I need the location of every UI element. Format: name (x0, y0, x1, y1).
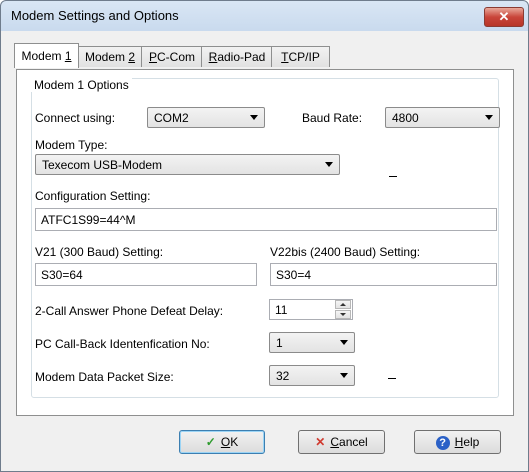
checkmark-icon: ✓ (205, 435, 216, 449)
status-indicator (389, 176, 397, 177)
chevron-down-icon (340, 340, 348, 345)
config-setting-label: Configuration Setting: (35, 189, 151, 203)
v22bis-setting-input[interactable]: S30=4 (270, 263, 497, 286)
chevron-down-icon (250, 115, 258, 120)
baud-rate-select[interactable]: 4800 (385, 107, 500, 128)
callback-id-label: PC Call-Back Identenfication No: (35, 337, 210, 351)
chevron-down-icon (340, 373, 348, 378)
title-bar[interactable]: Modem Settings and Options ✕ (1, 1, 528, 31)
packet-size-label: Modem Data Packet Size: (35, 370, 174, 384)
window-title: Modem Settings and Options (11, 8, 179, 23)
status-indicator (388, 378, 396, 379)
v21-setting-input[interactable]: S30=64 (35, 263, 257, 286)
v22bis-setting-label: V22bis (2400 Baud) Setting: (270, 245, 421, 259)
chevron-down-icon (325, 162, 333, 167)
close-button[interactable]: ✕ (484, 7, 524, 27)
tab-modem-2[interactable]: Modem 2 (77, 46, 143, 67)
connect-using-select[interactable]: COM2 (147, 107, 265, 128)
tab-modem-1[interactable]: Modem 1 (14, 43, 79, 68)
tab-pc-com[interactable]: PC-Com (141, 46, 203, 67)
callback-id-select[interactable]: 1 (269, 332, 355, 353)
tab-radio-pad[interactable]: Radio-Pad (201, 46, 273, 67)
v21-setting-label: V21 (300 Baud) Setting: (35, 245, 164, 259)
stepper-up-icon[interactable] (335, 300, 351, 309)
help-icon: ? (435, 436, 450, 450)
close-icon: ✕ (315, 435, 326, 449)
cancel-button[interactable]: ✕ Cancel (298, 430, 385, 454)
config-setting-input[interactable]: ATFC1S99=44^M (35, 208, 497, 231)
chevron-down-icon (485, 115, 493, 120)
packet-size-select[interactable]: 32 (269, 365, 355, 386)
ok-button[interactable]: ✓ OK (179, 430, 265, 454)
connect-using-label: Connect using: (35, 111, 116, 125)
baud-rate-label: Baud Rate: (302, 111, 363, 125)
tab-panel-modem-1: Modem 1 Options Connect using: COM2 Baud… (16, 69, 514, 416)
stepper-down-icon[interactable] (335, 310, 351, 319)
group-title: Modem 1 Options (31, 78, 132, 92)
help-button[interactable]: ? Help (414, 430, 501, 454)
modem-type-label: Modem Type: (35, 138, 108, 152)
defeat-delay-label: 2-Call Answer Phone Defeat Delay: (35, 304, 224, 318)
tab-tcp-ip[interactable]: TCP/IP (271, 46, 330, 67)
defeat-delay-stepper[interactable]: 11 (269, 299, 353, 320)
close-icon: ✕ (498, 9, 510, 24)
modem-type-select[interactable]: Texecom USB-Modem (35, 154, 340, 175)
